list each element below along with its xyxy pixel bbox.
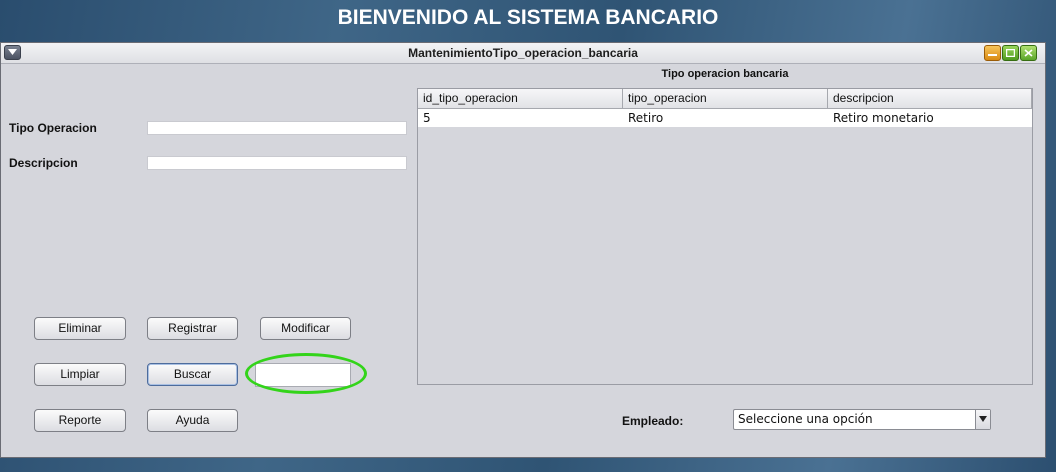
empleado-select[interactable]: Seleccione una opción bbox=[733, 409, 991, 430]
close-icon bbox=[1024, 49, 1033, 57]
app-banner-title: BIENVENIDO AL SISTEMA BANCARIO bbox=[337, 6, 719, 29]
descripcion-input[interactable] bbox=[147, 156, 407, 170]
empleado-label: Empleado: bbox=[622, 414, 684, 428]
table-cell: Retiro bbox=[628, 111, 664, 125]
table-title: Tipo operacion bancaria bbox=[661, 68, 789, 80]
tipo-operacion-input[interactable] bbox=[147, 121, 407, 135]
table-cell: Retiro monetario bbox=[833, 111, 934, 125]
table-header: id_tipo_operacion tipo_operacion descrip… bbox=[418, 89, 1032, 109]
empleado-selected-value: Seleccione una opción bbox=[738, 412, 873, 426]
eliminar-button[interactable]: Eliminar bbox=[34, 317, 126, 340]
internal-window: MantenimientoTipo_operacion_bancaria Tip… bbox=[0, 42, 1046, 458]
modificar-button[interactable]: Modificar bbox=[260, 317, 351, 340]
window-title: MantenimientoTipo_operacion_bancaria bbox=[408, 46, 638, 60]
table-cell: 5 bbox=[423, 111, 431, 125]
minimize-button[interactable] bbox=[984, 45, 1001, 61]
close-button[interactable] bbox=[1020, 45, 1037, 61]
dropdown-arrow[interactable] bbox=[975, 410, 990, 429]
registrar-button[interactable]: Registrar bbox=[147, 317, 238, 340]
limpiar-button[interactable]: Limpiar bbox=[34, 363, 126, 386]
descripcion-label: Descripcion bbox=[9, 156, 78, 170]
search-input[interactable] bbox=[255, 363, 351, 387]
reporte-button[interactable]: Reporte bbox=[34, 409, 126, 432]
column-header-tipo[interactable]: tipo_operacion bbox=[623, 89, 828, 109]
maximize-icon bbox=[1006, 49, 1015, 57]
maximize-button[interactable] bbox=[1002, 45, 1019, 61]
chevron-down-icon bbox=[979, 416, 987, 422]
buscar-button[interactable]: Buscar bbox=[147, 363, 238, 386]
column-header-id[interactable]: id_tipo_operacion bbox=[418, 89, 623, 109]
column-header-descripcion[interactable]: descripcion bbox=[828, 89, 1032, 109]
window-titlebar[interactable]: MantenimientoTipo_operacion_bancaria bbox=[1, 43, 1045, 64]
ayuda-button[interactable]: Ayuda bbox=[147, 409, 238, 432]
tipo-operacion-label: Tipo Operacion bbox=[9, 121, 97, 135]
minimize-icon bbox=[988, 54, 997, 56]
table-row[interactable]: 5 Retiro Retiro monetario bbox=[418, 109, 1032, 127]
operations-table[interactable]: id_tipo_operacion tipo_operacion descrip… bbox=[417, 88, 1033, 385]
